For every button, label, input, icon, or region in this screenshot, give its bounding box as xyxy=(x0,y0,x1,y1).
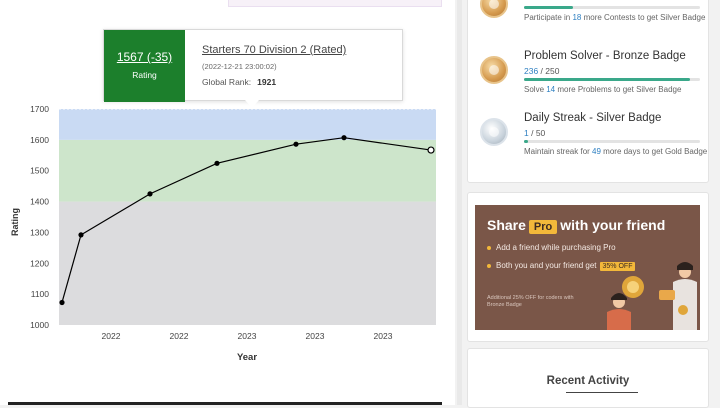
y-tick-label: 1300 xyxy=(30,227,49,237)
y-tick-label: 1100 xyxy=(31,289,50,299)
badge-description: Solve 14 more Problems to get Silver Bad… xyxy=(524,85,682,94)
badge-count: 1 / 50 xyxy=(524,128,546,138)
y-tick-label: 1600 xyxy=(30,135,49,145)
data-point xyxy=(214,160,220,166)
x-tick-label: 2023 xyxy=(238,331,257,341)
rating-label: Rating xyxy=(132,70,157,80)
tooltip-arrow xyxy=(245,100,259,108)
rating-box: 1567 (-35) Rating xyxy=(104,30,185,102)
highlighted-point xyxy=(427,146,435,154)
badge-progress xyxy=(524,78,700,81)
x-axis-label: Year xyxy=(237,352,257,363)
rating-panel: 1000 1100 1200 1300 1400 1500 1600 1700 2022 202… xyxy=(0,0,455,405)
contest-name-link[interactable]: Starters 70 Division 2 (Rated) xyxy=(202,44,346,56)
y-axis-label: Rating xyxy=(10,208,20,236)
contest-date: (2022-12-21 23:00:02) xyxy=(202,62,277,71)
global-rank-value: 1921 xyxy=(257,77,277,87)
data-point xyxy=(293,141,299,147)
promo-line-1: Add a friend while purchasing Pro xyxy=(487,243,616,252)
y-tick-label: 1000 xyxy=(30,320,49,330)
x-tick-label: 2023 xyxy=(374,331,393,341)
rating-value[interactable]: 1567 (-35) xyxy=(104,50,185,64)
promo-title: Share Pro with your friend xyxy=(487,217,666,234)
data-point xyxy=(59,299,65,306)
y-tick-label: 1700 xyxy=(30,104,49,114)
pro-chip: Pro xyxy=(528,220,558,234)
global-rank-label: Global Rank: xyxy=(202,77,252,87)
bronze-medal-icon xyxy=(480,0,508,18)
global-rank: Global Rank: 1921 xyxy=(202,77,276,87)
badge-progress xyxy=(524,140,700,143)
y-tick-label: 1400 xyxy=(30,197,49,207)
data-point xyxy=(147,191,153,197)
y-tick-label: 1200 xyxy=(30,258,49,268)
badge-title: Daily Streak - Silver Badge xyxy=(524,112,662,124)
recent-activity-card: Recent Activity xyxy=(467,348,709,408)
promo-fine-print: Additional 25% OFF for coders with Bronz… xyxy=(487,295,574,308)
x-tick-label: 2023 xyxy=(306,331,325,341)
badge-title: Problem Solver - Bronze Badge xyxy=(524,50,686,62)
badge-description: Participate in 18 more Contests to get S… xyxy=(524,13,706,22)
badge-description: Maintain streak for 49 more days to get … xyxy=(524,147,708,156)
rating-band xyxy=(59,139,436,202)
recent-activity-underline xyxy=(566,392,638,393)
silver-medal-icon xyxy=(480,118,508,146)
y-tick-label: 1500 xyxy=(30,166,49,176)
rating-band xyxy=(59,201,436,325)
data-point xyxy=(78,232,84,238)
badges-card: Participate in 18 more Contests to get S… xyxy=(467,0,709,183)
share-pro-banner[interactable]: Share Pro with your friend Add a friend wh… xyxy=(475,205,700,330)
x-tick-label: 2022 xyxy=(170,331,189,341)
bronze-medal-icon xyxy=(480,56,508,84)
data-point xyxy=(341,135,347,141)
badge-progress xyxy=(524,6,700,9)
x-tick-label: 2022 xyxy=(102,331,121,341)
friends-illustration xyxy=(607,262,697,330)
recent-activity-title: Recent Activity xyxy=(546,375,630,387)
badge-count: 236 / 250 xyxy=(524,66,560,76)
rating-band xyxy=(59,109,436,140)
contest-tooltip: 1567 (-35) Rating Starters 70 Division 2… xyxy=(103,29,403,102)
